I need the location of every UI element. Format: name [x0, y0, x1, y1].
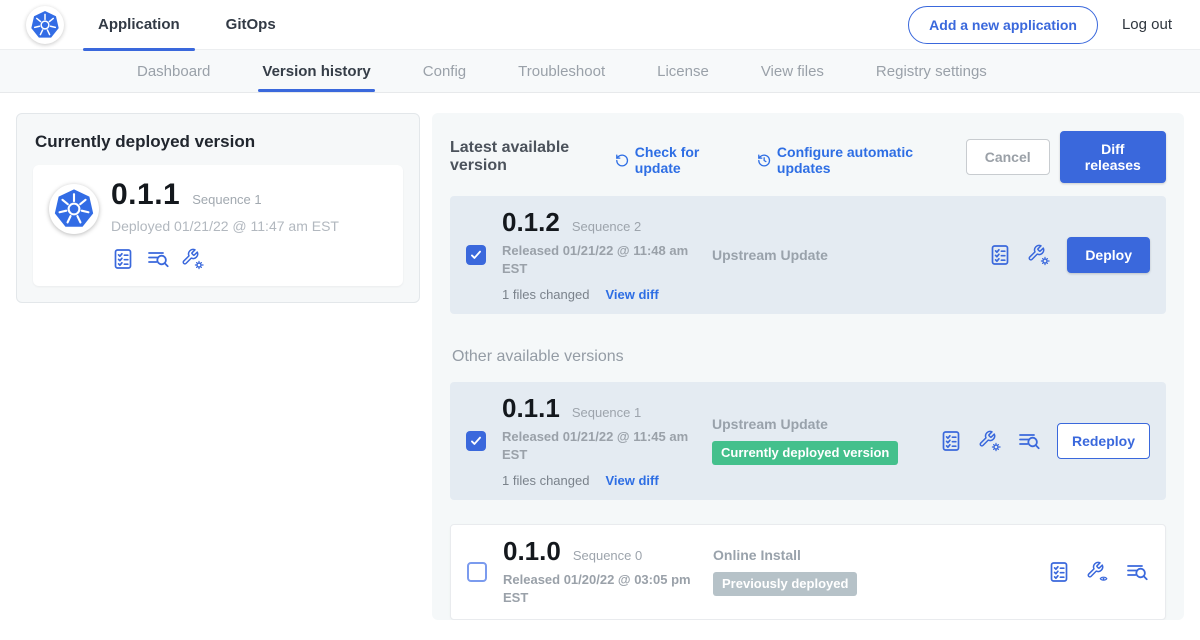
check-icon	[469, 248, 483, 262]
version-row-0-1-1: 0.1.1 Sequence 1 Released 01/21/22 @ 11:…	[450, 382, 1166, 500]
check-for-update-link[interactable]: Check for update	[615, 144, 731, 176]
source-label: Upstream Update	[712, 416, 939, 432]
row-actions	[988, 243, 1051, 267]
source-label: Upstream Update	[712, 247, 988, 263]
add-application-button[interactable]: Add a new application	[908, 6, 1098, 44]
preflight-checklist-icon[interactable]	[988, 243, 1012, 267]
version-info: 0.1.1 Sequence 1 Released 01/21/22 @ 11:…	[502, 394, 706, 488]
config-wrench-gear-icon[interactable]	[1027, 243, 1051, 267]
kubernetes-logo-icon	[26, 6, 64, 44]
subnav-item-config[interactable]: Config	[423, 50, 466, 92]
release-notes-search-icon[interactable]	[1125, 560, 1149, 584]
configure-auto-updates-label: Configure automatic updates	[777, 144, 940, 176]
deployed-version-number: 0.1.1	[111, 178, 180, 211]
diff-releases-button[interactable]: Diff releases	[1060, 131, 1166, 183]
version-row-0-1-0: 0.1.0 Sequence 0 Released 01/20/22 @ 03:…	[450, 524, 1166, 620]
version-source: Upstream Update Currently deployed versi…	[706, 416, 939, 465]
latest-available-title: Latest available version	[450, 139, 603, 175]
currently-deployed-version-card: 0.1.1 Sequence 1 Deployed 01/21/22 @ 11:…	[33, 165, 403, 286]
view-diff-link[interactable]: View diff	[605, 287, 658, 302]
subnav-item-view-files[interactable]: View files	[761, 50, 824, 92]
auto-update-clock-icon	[757, 152, 771, 169]
admin-console-page: Application GitOps Add a new application…	[0, 0, 1200, 634]
version-checkbox-0-1-1[interactable]	[466, 431, 486, 451]
version-row-0-1-2: 0.1.2 Sequence 2 Released 01/21/22 @ 11:…	[450, 196, 1166, 314]
logout-link[interactable]: Log out	[1122, 16, 1174, 33]
source-label: Online Install	[713, 547, 1047, 563]
version-info: 0.1.0 Sequence 0 Released 01/20/22 @ 03:…	[503, 537, 707, 607]
preflight-checklist-icon[interactable]	[111, 247, 135, 271]
files-changed-label: 1 files changed	[502, 473, 589, 488]
sequence-label: Sequence 2	[572, 219, 641, 234]
currently-deployed-badge: Currently deployed version	[712, 441, 898, 465]
row-actions	[1047, 560, 1149, 584]
config-wrench-eye-icon[interactable]	[1086, 560, 1110, 584]
version-number: 0.1.2	[502, 208, 560, 237]
app-kubernetes-logo-icon	[49, 184, 99, 234]
previously-deployed-badge: Previously deployed	[713, 572, 857, 596]
released-timestamp: Released 01/21/22 @ 11:48 am EST	[502, 242, 692, 278]
sequence-label: Sequence 1	[572, 405, 641, 420]
subnav-item-version-history[interactable]: Version history	[262, 50, 370, 92]
sequence-label: Sequence 0	[573, 548, 642, 563]
configure-auto-updates-link[interactable]: Configure automatic updates	[757, 144, 940, 176]
version-source: Upstream Update	[706, 247, 988, 263]
version-checkbox-0-1-0[interactable]	[467, 562, 487, 582]
cancel-button[interactable]: Cancel	[966, 139, 1050, 175]
subnav-item-troubleshoot[interactable]: Troubleshoot	[518, 50, 605, 92]
config-wrench-gear-icon[interactable]	[181, 247, 205, 271]
version-history-panel: Latest available version Check for updat…	[432, 113, 1184, 620]
main-content: Currently deployed version 0.1.1 Sequenc…	[0, 93, 1200, 640]
preflight-checklist-icon[interactable]	[1047, 560, 1071, 584]
subnav-item-license[interactable]: License	[657, 50, 709, 92]
row-actions	[939, 429, 1041, 453]
sub-nav: Dashboard Version history Config Trouble…	[0, 50, 1200, 93]
config-wrench-gear-icon[interactable]	[978, 429, 1002, 453]
released-timestamp: Released 01/20/22 @ 03:05 pm EST	[503, 571, 693, 607]
subnav-item-dashboard[interactable]: Dashboard	[137, 50, 210, 92]
version-source: Online Install Previously deployed	[707, 547, 1047, 596]
released-timestamp: Released 01/21/22 @ 11:45 am EST	[502, 428, 692, 464]
version-number: 0.1.0	[503, 537, 561, 566]
deployed-actions	[111, 247, 339, 271]
deployed-timestamp: Deployed 01/21/22 @ 11:47 am EST	[111, 218, 339, 234]
currently-deployed-card: Currently deployed version 0.1.1 Sequenc…	[16, 113, 420, 303]
version-number: 0.1.1	[502, 394, 560, 423]
view-diff-link[interactable]: View diff	[605, 473, 658, 488]
release-notes-search-icon[interactable]	[146, 247, 170, 271]
other-versions-title: Other available versions	[452, 348, 1166, 366]
latest-version-header: Latest available version Check for updat…	[450, 131, 1166, 183]
currently-deployed-title: Currently deployed version	[35, 132, 403, 152]
top-nav: Application GitOps Add a new application…	[0, 0, 1200, 50]
files-changed-label: 1 files changed	[502, 287, 589, 302]
version-info: 0.1.2 Sequence 2 Released 01/21/22 @ 11:…	[502, 208, 706, 302]
version-checkbox-0-1-2[interactable]	[466, 245, 486, 265]
check-for-update-label: Check for update	[635, 144, 731, 176]
preflight-checklist-icon[interactable]	[939, 429, 963, 453]
deploy-button[interactable]: Deploy	[1067, 237, 1150, 273]
deployed-version-info: 0.1.1 Sequence 1 Deployed 01/21/22 @ 11:…	[111, 178, 339, 271]
tab-gitops[interactable]: GitOps	[226, 0, 276, 50]
deployed-sequence-label: Sequence 1	[192, 192, 261, 207]
release-notes-search-icon[interactable]	[1017, 429, 1041, 453]
refresh-icon	[615, 152, 629, 169]
subnav-item-registry-settings[interactable]: Registry settings	[876, 50, 987, 92]
tab-application[interactable]: Application	[98, 0, 180, 50]
check-icon	[469, 434, 483, 448]
redeploy-button[interactable]: Redeploy	[1057, 423, 1150, 459]
